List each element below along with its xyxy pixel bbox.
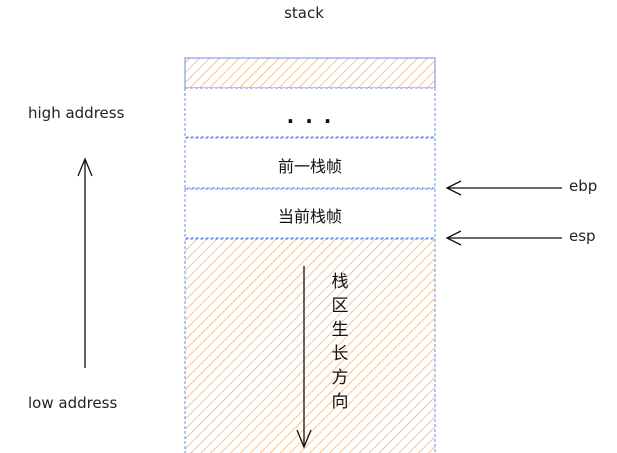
top-hatched-block [184,57,436,89]
current-frame-label: 当前栈帧 [277,207,342,226]
free-stack-area [184,238,436,453]
low-address-label: low address [28,394,118,412]
previous-frame-label: 前一栈帧 [277,157,342,176]
ebp-label: ebp [569,177,598,195]
diagram-title: stack [284,4,324,22]
growth-direction-label: 栈区生长方向 [331,272,349,412]
esp-label: esp [569,227,596,245]
high-address-label: high address [28,104,125,122]
ellipsis-text: . . . [286,104,334,128]
